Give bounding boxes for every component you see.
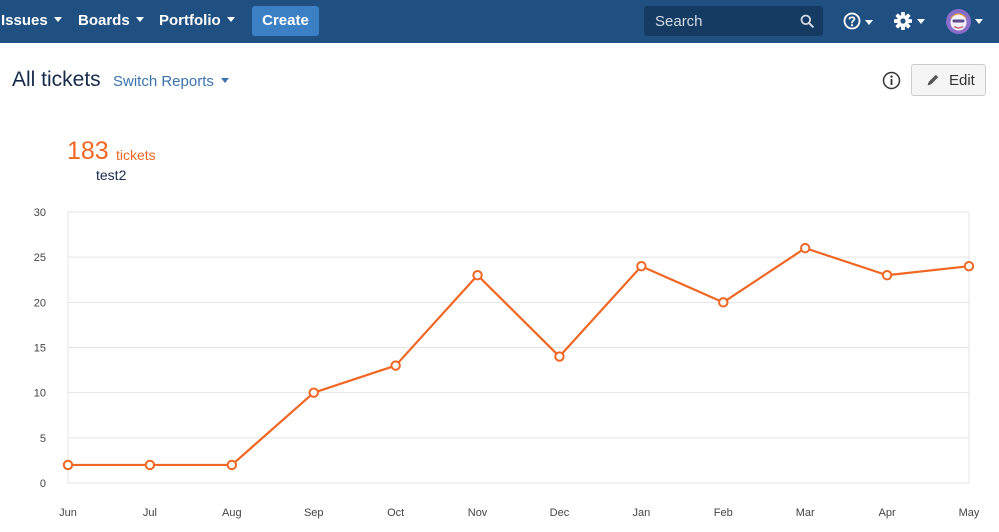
nav-boards-label: Boards bbox=[78, 12, 130, 29]
data-point bbox=[226, 459, 238, 471]
nav-issues-label: Issues bbox=[1, 12, 48, 29]
edit-button[interactable]: Edit bbox=[911, 64, 986, 96]
x-tick-label: May bbox=[959, 507, 980, 519]
data-point bbox=[390, 360, 401, 371]
nav-boards-menu[interactable]: Boards bbox=[78, 0, 144, 43]
x-tick-label: Oct bbox=[387, 507, 404, 519]
data-point bbox=[881, 270, 893, 281]
y-tick-label: 25 bbox=[34, 252, 46, 264]
search-icon[interactable] bbox=[800, 14, 814, 28]
series-label: test2 bbox=[96, 167, 127, 183]
data-point bbox=[636, 261, 647, 272]
create-button[interactable]: Create bbox=[252, 6, 319, 36]
y-tick-label: 15 bbox=[34, 343, 46, 355]
data-point bbox=[144, 459, 156, 471]
edit-button-label: Edit bbox=[949, 72, 975, 89]
x-tick-label: Aug bbox=[222, 507, 242, 519]
data-point bbox=[62, 459, 74, 471]
x-tick-label: Mar bbox=[796, 507, 815, 519]
data-point bbox=[308, 387, 319, 398]
y-tick-label: 0 bbox=[40, 478, 46, 490]
x-tick-label: Jul bbox=[143, 507, 157, 519]
x-tick-label: Nov bbox=[468, 507, 488, 519]
x-tick-label: Sep bbox=[304, 507, 324, 519]
data-point bbox=[472, 270, 483, 281]
x-tick-label: Apr bbox=[879, 507, 896, 519]
info-icon[interactable] bbox=[882, 71, 901, 90]
gear-icon[interactable] bbox=[893, 10, 927, 32]
nav-portfolio-menu[interactable]: Portfolio bbox=[159, 0, 235, 43]
ticket-line-chart: 0 5 10 15 20 25 30 Jun Jul Aug Sep Oct Nov Dec Jan Feb M… bbox=[34, 207, 980, 519]
data-point bbox=[799, 242, 811, 254]
top-navigation-bar: Issues Boards Portfolio Create bbox=[0, 0, 999, 43]
chevron-down-icon bbox=[135, 16, 144, 22]
y-tick-label: 5 bbox=[40, 433, 46, 445]
search-input[interactable] bbox=[644, 6, 794, 36]
page-title: All tickets bbox=[12, 68, 101, 91]
chevron-down-icon bbox=[220, 77, 229, 83]
nav-issues-menu[interactable]: Issues bbox=[1, 0, 62, 43]
switch-reports-label: Switch Reports bbox=[113, 73, 214, 90]
data-point bbox=[718, 297, 729, 308]
chevron-down-icon bbox=[226, 16, 235, 22]
search-box bbox=[644, 6, 823, 36]
x-tick-label: Feb bbox=[714, 507, 733, 519]
y-tick-label: 10 bbox=[34, 388, 46, 400]
x-tick-label: Jan bbox=[632, 507, 650, 519]
y-tick-label: 20 bbox=[34, 297, 46, 309]
ticket-count: 183 bbox=[67, 137, 109, 165]
avatar[interactable] bbox=[945, 8, 985, 35]
nav-portfolio-label: Portfolio bbox=[159, 12, 221, 29]
help-icon[interactable] bbox=[843, 11, 875, 33]
x-tick-label: Dec bbox=[550, 507, 570, 519]
data-point bbox=[554, 351, 565, 362]
data-point bbox=[963, 261, 975, 272]
chevron-down-icon bbox=[53, 16, 62, 22]
y-tick-label: 30 bbox=[34, 207, 46, 219]
pencil-icon bbox=[927, 74, 939, 86]
series-line bbox=[68, 247, 970, 467]
switch-reports-dropdown[interactable]: Switch Reports bbox=[113, 73, 229, 90]
x-tick-label: Jun bbox=[59, 507, 77, 519]
ticket-count-unit: tickets bbox=[116, 147, 156, 163]
